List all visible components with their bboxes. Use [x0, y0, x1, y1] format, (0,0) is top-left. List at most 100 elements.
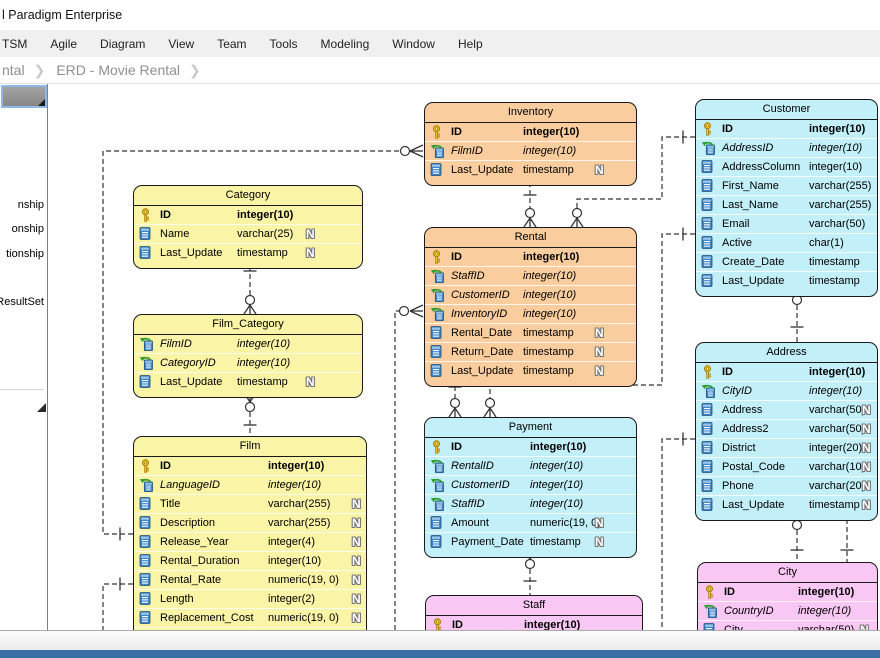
column-type: integer(10)	[268, 552, 321, 570]
connector-film-external[interactable]	[103, 578, 133, 631]
column-row[interactable]: IDinteger(10)	[698, 583, 877, 601]
column-row[interactable]: Addressvarchar(50)N	[696, 400, 877, 419]
column-row[interactable]: CustomerIDinteger(10)	[425, 475, 636, 494]
column-row[interactable]: StaffIDinteger(10)	[425, 494, 636, 513]
entity-table-customer[interactable]: CustomerIDinteger(10)AddressIDinteger(10…	[695, 99, 878, 297]
column-row[interactable]: Activechar(1)	[696, 233, 877, 252]
connector-film_category-film[interactable]	[244, 393, 257, 436]
column-row[interactable]: Rental_Durationinteger(10)N	[134, 551, 366, 570]
column-type: integer(10)	[268, 457, 324, 475]
column-row[interactable]: IDinteger(10)	[134, 206, 362, 224]
column-name: Last_Update	[160, 244, 222, 262]
entity-table-inventory[interactable]: InventoryIDinteger(10)FilmIDinteger(10)L…	[424, 102, 637, 186]
column-row[interactable]: Last_UpdatetimestampN	[134, 243, 362, 262]
menu-item-agile[interactable]: Agile	[50, 37, 77, 51]
column-row[interactable]: IDinteger(10)	[425, 438, 636, 456]
column-row[interactable]: Postal_Codevarchar(10)N	[696, 457, 877, 476]
column-row[interactable]: Return_DatetimestampN	[425, 342, 636, 361]
column-row[interactable]: Titlevarchar(255)N	[134, 494, 366, 513]
column-row[interactable]: First_Namevarchar(255)	[696, 176, 877, 195]
horizontal-scrollbar[interactable]	[0, 630, 880, 650]
entity-table-rental[interactable]: RentalIDinteger(10)StaffIDinteger(10)Cus…	[424, 227, 637, 387]
breadcrumb-item-1[interactable]: ERD - Movie Rental	[56, 62, 180, 78]
palette-tool-0[interactable]: nship	[18, 199, 44, 211]
entity-table-staff[interactable]: StaffIDinteger(10)	[425, 595, 643, 630]
column-row[interactable]: Descriptionvarchar(255)N	[134, 513, 366, 532]
column-row[interactable]: Last_UpdatetimestampN	[425, 361, 636, 380]
nullable-icon: N	[352, 611, 361, 626]
column-row[interactable]: CountryIDinteger(10)	[698, 601, 877, 620]
entity-table-payment[interactable]: PaymentIDinteger(10)RentalIDinteger(10)C…	[424, 417, 637, 558]
column-name: Last_Update	[722, 272, 784, 290]
selected-tool-button[interactable]	[1, 85, 47, 108]
column-row[interactable]: StaffIDinteger(10)	[425, 266, 636, 285]
connector-inventory-rental[interactable]	[524, 182, 537, 227]
entity-table-film[interactable]: FilmIDinteger(10)LanguageIDinteger(10)Ti…	[133, 436, 367, 630]
column-row[interactable]: FilmIDinteger(10)	[134, 335, 362, 353]
menu-item-diagram[interactable]: Diagram	[100, 37, 145, 51]
column-row[interactable]: CustomerIDinteger(10)	[425, 285, 636, 304]
menu-item-tools[interactable]: Tools	[270, 37, 298, 51]
column-row[interactable]: Emailvarchar(50)	[696, 214, 877, 233]
column-row[interactable]: AddressIDinteger(10)	[696, 138, 877, 157]
column-row[interactable]: Replacement_Costnumeric(19, 0)N	[134, 608, 366, 627]
menu-item-view[interactable]: View	[168, 37, 194, 51]
column-row[interactable]: Last_UpdatetimestampN	[425, 160, 636, 179]
nullable-icon: N	[306, 246, 315, 261]
column-row[interactable]: Cityvarchar(50)N	[698, 620, 877, 630]
column-name: Rental_Date	[451, 324, 512, 342]
menu-item-help[interactable]: Help	[458, 37, 483, 51]
connector-address-external[interactable]	[662, 433, 695, 631]
column-row[interactable]: AddressColumninteger(10)	[696, 157, 877, 176]
column-row[interactable]: IDinteger(10)	[134, 457, 366, 475]
column-row[interactable]: IDinteger(10)	[426, 616, 642, 630]
column-row[interactable]: InventoryIDinteger(10)	[425, 304, 636, 323]
column-type: integer(10)	[798, 583, 854, 601]
column-row[interactable]: LanguageIDinteger(10)	[134, 475, 366, 494]
column-row[interactable]: CityIDinteger(10)	[696, 381, 877, 400]
palette-tool-1[interactable]: onship	[12, 223, 44, 235]
column-row[interactable]: Create_Datetimestamp	[696, 252, 877, 271]
column-row[interactable]: Last_UpdatetimestampN	[696, 495, 877, 514]
connector-rental-staff[interactable]	[395, 305, 423, 630]
menu-item-modeling[interactable]: Modeling	[321, 37, 370, 51]
palette-scroll-handle[interactable]	[37, 403, 46, 412]
menu-item-tsm[interactable]: TSM	[2, 37, 27, 51]
bottom-bar	[0, 650, 880, 658]
column-row[interactable]: Last_UpdatetimestampN	[134, 372, 362, 391]
column-row[interactable]: IDinteger(10)	[696, 120, 877, 138]
column-row[interactable]: RentalIDinteger(10)	[425, 456, 636, 475]
entity-table-address[interactable]: AddressIDinteger(10)CityIDinteger(10)Add…	[695, 342, 878, 521]
breadcrumb-item-0[interactable]: ntal	[2, 62, 25, 78]
entity-table-film_category[interactable]: Film_CategoryFilmIDinteger(10)CategoryID…	[133, 314, 363, 398]
column-row[interactable]: Lengthinteger(2)N	[134, 589, 366, 608]
column-row[interactable]: IDinteger(10)	[696, 363, 877, 381]
palette-tool-2[interactable]: tionship	[6, 248, 44, 260]
column-row[interactable]: Phonevarchar(20)N	[696, 476, 877, 495]
palette-tool-3[interactable]: ResultSet	[0, 296, 44, 308]
column-row[interactable]: Payment_DatetimestampN	[425, 532, 636, 551]
column-row[interactable]: Address2varchar(50)N	[696, 419, 877, 438]
column-row[interactable]: Release_Yearinteger(4)N	[134, 532, 366, 551]
column-row[interactable]: Districtinteger(20)N	[696, 438, 877, 457]
column-row[interactable]: Amountnumeric(19, 0)N	[425, 513, 636, 532]
column-row[interactable]: IDinteger(10)	[425, 123, 636, 141]
column-row[interactable]: Last_Updatetimestamp	[696, 271, 877, 290]
column-row[interactable]: N	[134, 627, 366, 630]
entity-table-city[interactable]: CityIDinteger(10)CountryIDinteger(10)Cit…	[697, 562, 878, 630]
erd-canvas[interactable]: InventoryIDinteger(10)FilmIDinteger(10)L…	[48, 84, 880, 630]
menu-item-team[interactable]: Team	[217, 37, 246, 51]
column-row[interactable]: Namevarchar(25)N	[134, 224, 362, 243]
column-name: Last_Update	[160, 373, 222, 391]
column-row[interactable]: Rental_Ratenumeric(19, 0)N	[134, 570, 366, 589]
column-row[interactable]: FilmIDinteger(10)	[425, 141, 636, 160]
menu-item-window[interactable]: Window	[392, 37, 435, 51]
column-type: varchar(255)	[809, 177, 871, 195]
column-row[interactable]: CategoryIDinteger(10)	[134, 353, 362, 372]
column-name: Postal_Code	[722, 458, 785, 476]
column-icon	[703, 623, 719, 630]
column-row[interactable]: IDinteger(10)	[425, 248, 636, 266]
entity-table-category[interactable]: CategoryIDinteger(10)Namevarchar(25)NLas…	[133, 185, 363, 269]
column-row[interactable]: Rental_DatetimestampN	[425, 323, 636, 342]
column-row[interactable]: Last_Namevarchar(255)	[696, 195, 877, 214]
